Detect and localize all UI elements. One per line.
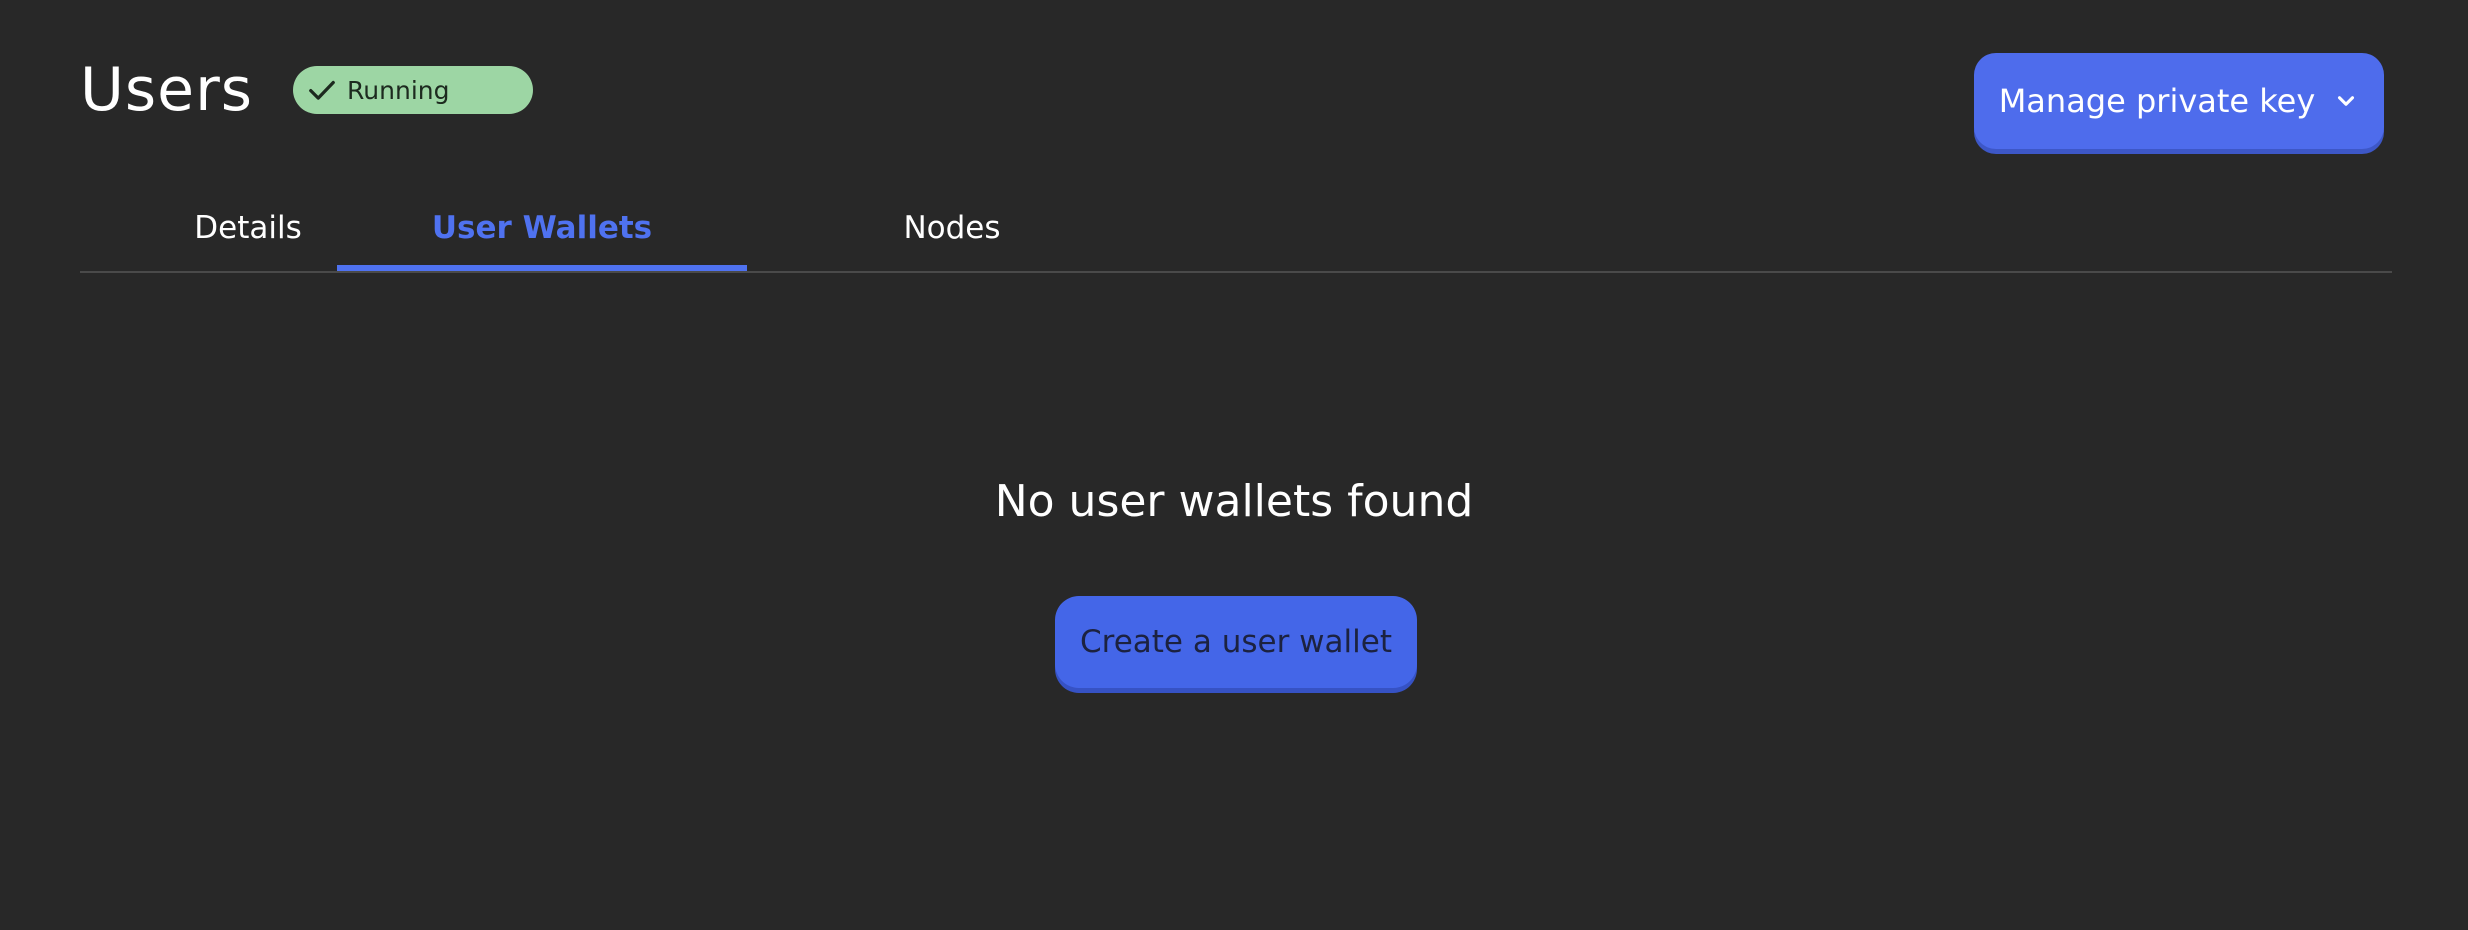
page-header: Users Running	[80, 50, 534, 130]
check-icon	[309, 80, 335, 100]
create-user-wallet-button[interactable]: Create a user wallet	[1055, 596, 1417, 688]
create-user-wallet-label: Create a user wallet	[1080, 624, 1392, 660]
manage-private-key-label: Manage private key	[1998, 82, 2316, 120]
status-badge: Running	[293, 66, 534, 114]
tab-bar: Details User Wallets Nodes	[80, 185, 2392, 273]
page-title: Users	[80, 55, 254, 125]
tab-user-wallets[interactable]: User Wallets	[337, 185, 747, 271]
status-label: Running	[347, 75, 450, 105]
manage-private-key-button[interactable]: Manage private key	[1974, 53, 2384, 149]
tab-nodes[interactable]: Nodes	[747, 185, 1157, 271]
users-page: Users Running Manage private key Details…	[0, 0, 2468, 930]
empty-state-message: No user wallets found	[994, 476, 1474, 527]
chevron-down-icon	[2338, 96, 2355, 106]
